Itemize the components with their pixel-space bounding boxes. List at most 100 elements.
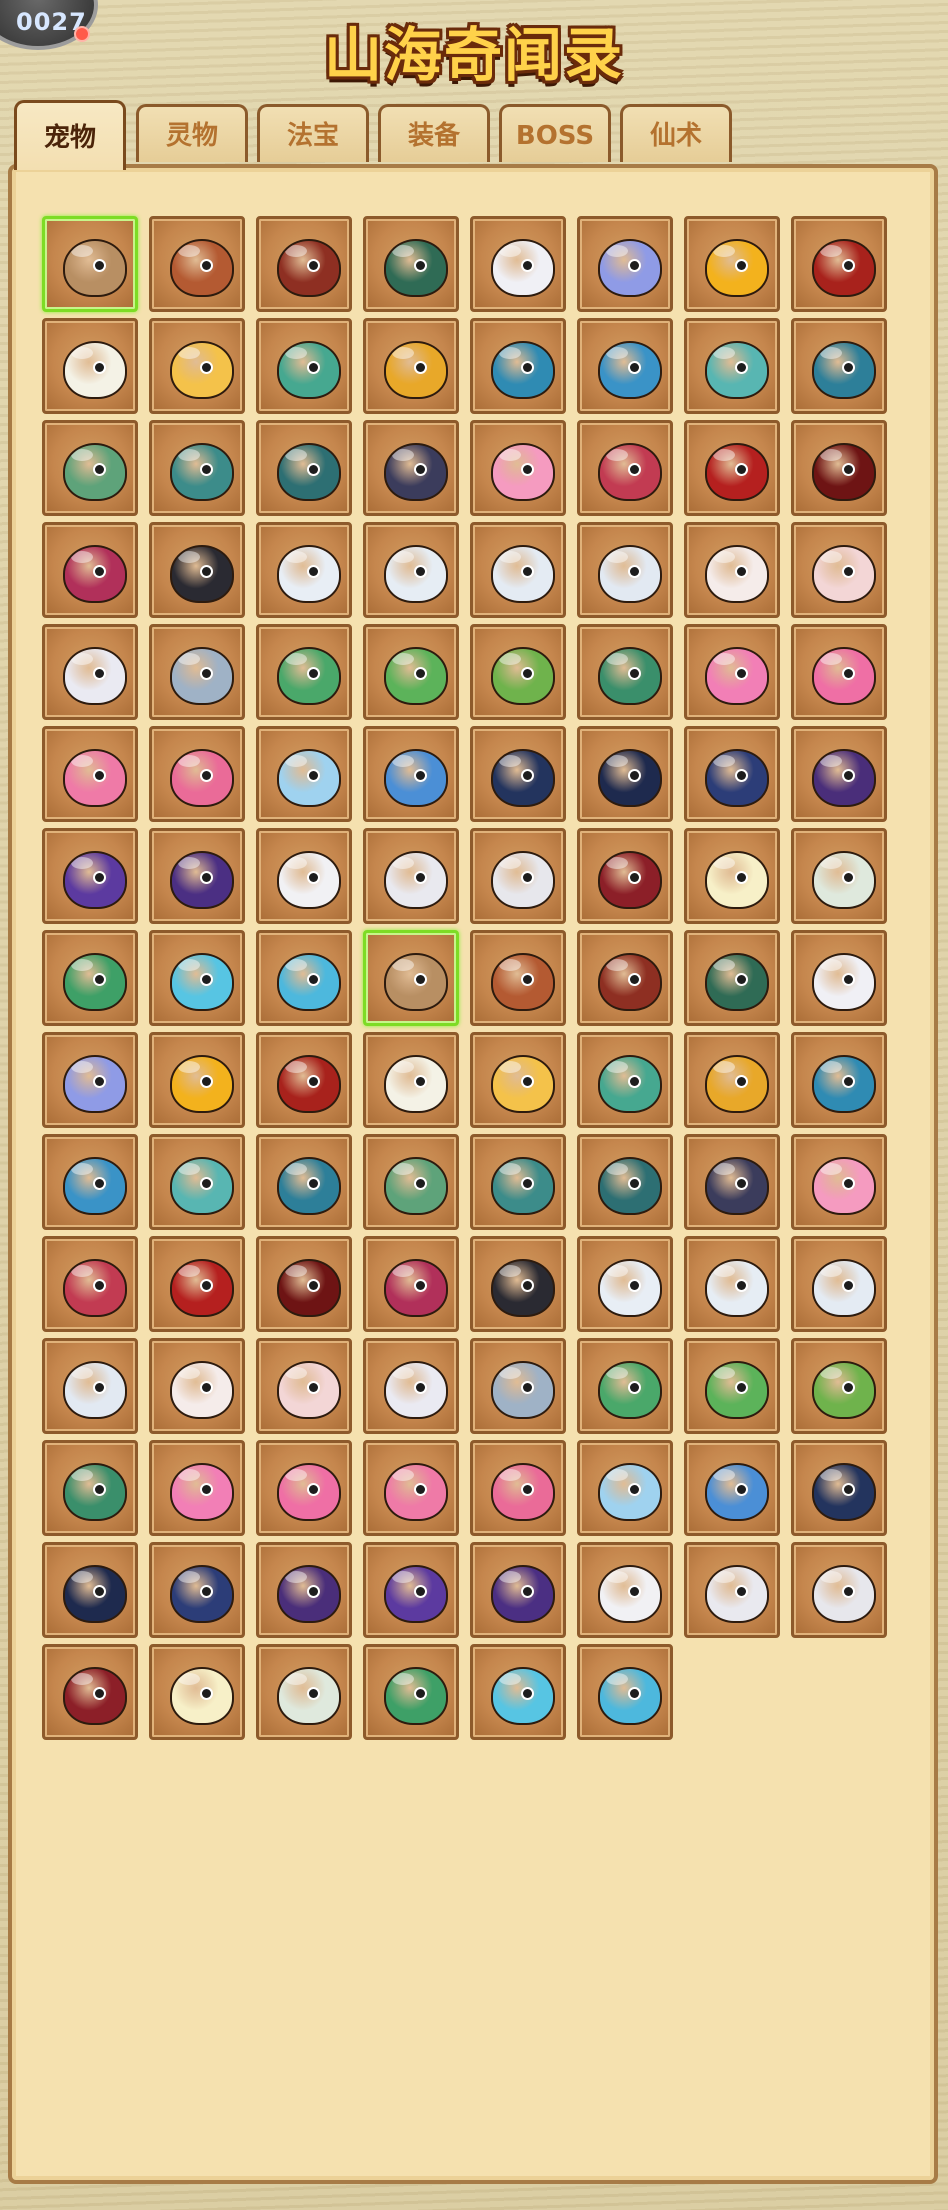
pet-slot[interactable]: [363, 1134, 459, 1230]
pet-slot[interactable]: [42, 1542, 138, 1638]
pet-slot[interactable]: [256, 1032, 352, 1128]
pet-slot[interactable]: [577, 1542, 673, 1638]
pet-slot[interactable]: [577, 522, 673, 618]
pet-slot[interactable]: [684, 1338, 780, 1434]
pet-slot[interactable]: [791, 522, 887, 618]
pet-slot[interactable]: [42, 930, 138, 1026]
pet-slot[interactable]: [363, 1542, 459, 1638]
pet-slot[interactable]: [684, 1542, 780, 1638]
pet-slot[interactable]: [791, 1542, 887, 1638]
pet-slot[interactable]: [577, 828, 673, 924]
pet-slot[interactable]: [363, 624, 459, 720]
pet-slot[interactable]: [684, 726, 780, 822]
tab-treasures[interactable]: 法宝: [257, 104, 369, 162]
pet-slot[interactable]: [42, 1134, 138, 1230]
pet-slot[interactable]: [256, 624, 352, 720]
pet-slot[interactable]: [791, 726, 887, 822]
pet-slot[interactable]: [470, 828, 566, 924]
pet-slot[interactable]: [363, 1644, 459, 1740]
pet-slot[interactable]: [684, 1236, 780, 1332]
pet-slot[interactable]: [256, 318, 352, 414]
pet-slot[interactable]: [684, 828, 780, 924]
pet-slot[interactable]: [256, 828, 352, 924]
pet-slot[interactable]: [42, 1338, 138, 1434]
pet-slot[interactable]: [470, 1644, 566, 1740]
pet-slot[interactable]: [42, 1032, 138, 1128]
pet-slot[interactable]: [42, 828, 138, 924]
pet-slot[interactable]: [363, 1032, 459, 1128]
pet-slot[interactable]: [577, 420, 673, 516]
pet-slot[interactable]: [363, 1338, 459, 1434]
pet-slot[interactable]: [684, 522, 780, 618]
pet-slot[interactable]: [256, 1440, 352, 1536]
pet-slot[interactable]: [791, 930, 887, 1026]
pet-slot[interactable]: [470, 420, 566, 516]
pet-slot[interactable]: [684, 216, 780, 312]
pet-slot[interactable]: [149, 1236, 245, 1332]
pet-slot[interactable]: [363, 726, 459, 822]
pet-slot[interactable]: [363, 828, 459, 924]
pet-slot[interactable]: [470, 1338, 566, 1434]
pet-slot[interactable]: [684, 420, 780, 516]
pet-slot[interactable]: [149, 1440, 245, 1536]
pet-slot[interactable]: [363, 216, 459, 312]
pet-slot[interactable]: [363, 318, 459, 414]
pet-slot[interactable]: [149, 1644, 245, 1740]
pet-slot[interactable]: [470, 1236, 566, 1332]
pet-slot[interactable]: [577, 1032, 673, 1128]
pet-slot[interactable]: [684, 1134, 780, 1230]
pet-slot[interactable]: [577, 1236, 673, 1332]
pet-slot[interactable]: [577, 1644, 673, 1740]
pet-slot[interactable]: [149, 216, 245, 312]
pet-slot[interactable]: [791, 1440, 887, 1536]
pet-slot[interactable]: [577, 726, 673, 822]
pet-slot[interactable]: [42, 1644, 138, 1740]
pet-slot[interactable]: [149, 420, 245, 516]
tab-equipment[interactable]: 装备: [378, 104, 490, 162]
pet-slot[interactable]: [363, 930, 459, 1026]
pet-slot[interactable]: [470, 1440, 566, 1536]
pet-slot[interactable]: [256, 1644, 352, 1740]
pet-slot[interactable]: [42, 216, 138, 312]
pet-slot[interactable]: [363, 522, 459, 618]
tab-immortal-arts[interactable]: 仙术: [620, 104, 732, 162]
tab-spirit-items[interactable]: 灵物: [136, 104, 248, 162]
pet-slot[interactable]: [149, 1032, 245, 1128]
pet-slot[interactable]: [577, 216, 673, 312]
pet-slot[interactable]: [256, 1338, 352, 1434]
pet-slot[interactable]: [577, 930, 673, 1026]
pet-slot[interactable]: [256, 1236, 352, 1332]
pet-slot[interactable]: [256, 1134, 352, 1230]
pet-slot[interactable]: [42, 726, 138, 822]
pet-slot[interactable]: [791, 1338, 887, 1434]
pet-slot[interactable]: [684, 930, 780, 1026]
pet-slot[interactable]: [791, 828, 887, 924]
pet-slot[interactable]: [42, 522, 138, 618]
pet-slot[interactable]: [684, 1032, 780, 1128]
pet-slot[interactable]: [791, 1236, 887, 1332]
pet-slot[interactable]: [149, 1542, 245, 1638]
pet-slot[interactable]: [149, 1134, 245, 1230]
pet-slot[interactable]: [256, 216, 352, 312]
pet-slot[interactable]: [470, 1032, 566, 1128]
pet-slot[interactable]: [363, 1236, 459, 1332]
pet-slot[interactable]: [577, 1440, 673, 1536]
tab-boss[interactable]: BOSS: [499, 104, 611, 162]
pet-slot[interactable]: [470, 930, 566, 1026]
pet-slot[interactable]: [256, 1542, 352, 1638]
pet-slot[interactable]: [791, 318, 887, 414]
pet-slot[interactable]: [42, 1236, 138, 1332]
pet-slot[interactable]: [791, 1134, 887, 1230]
pet-slot[interactable]: [42, 318, 138, 414]
pet-slot[interactable]: [470, 522, 566, 618]
pet-slot[interactable]: [363, 1440, 459, 1536]
pet-slot[interactable]: [256, 726, 352, 822]
pet-slot[interactable]: [256, 522, 352, 618]
pet-slot[interactable]: [363, 420, 459, 516]
pet-slot[interactable]: [577, 318, 673, 414]
pet-slot[interactable]: [256, 420, 352, 516]
pet-slot[interactable]: [684, 318, 780, 414]
pet-slot[interactable]: [149, 930, 245, 1026]
pet-slot[interactable]: [577, 624, 673, 720]
pet-slot[interactable]: [577, 1338, 673, 1434]
